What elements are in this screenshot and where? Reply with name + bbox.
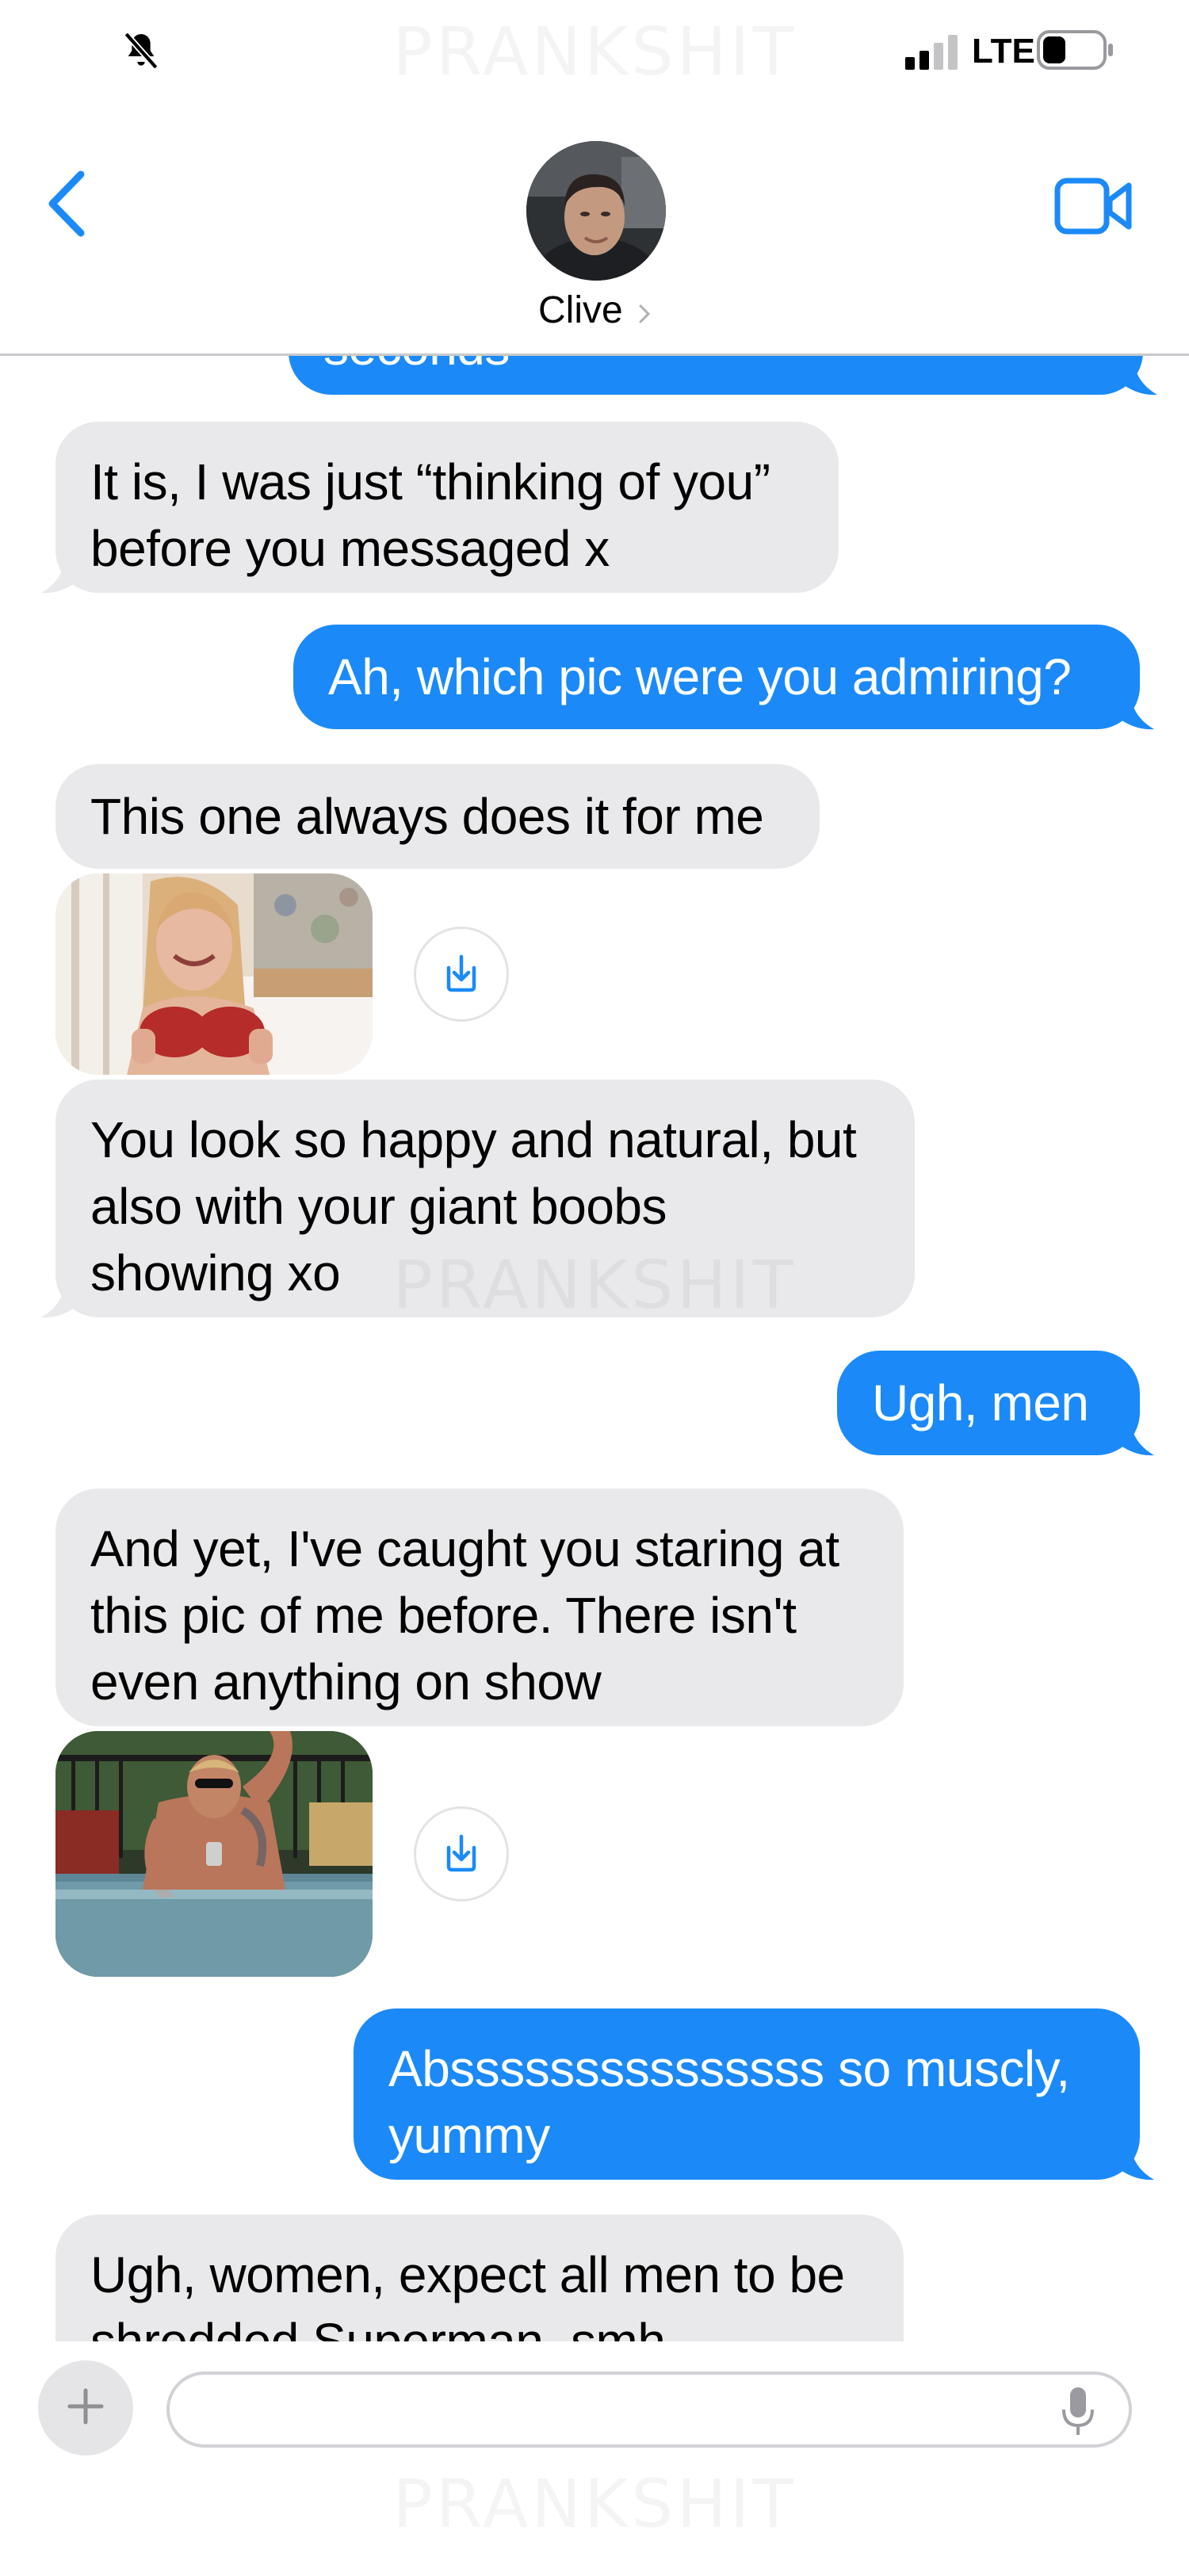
message-bubble-sent[interactable]: Ah, which pic were you admiring?	[293, 625, 1154, 730]
message-text: seconds	[323, 354, 510, 376]
message-bubble-received[interactable]: It is, I was just “thinking of you” befo…	[41, 422, 839, 594]
message-line: before you messaged x	[90, 520, 610, 577]
status-bar: LTE	[0, 0, 1189, 103]
message-text: Ugh, men	[872, 1374, 1089, 1431]
plus-icon	[65, 2386, 106, 2431]
message-line: even anything on show	[90, 1653, 602, 1710]
bubble-tail	[1118, 358, 1157, 396]
bubble-tail	[1114, 693, 1154, 730]
image-message-woman[interactable]	[55, 873, 373, 1075]
chevron-right-icon	[638, 290, 651, 334]
composer-bar	[0, 2341, 1189, 2576]
video-call-icon[interactable]	[1054, 176, 1134, 240]
message-line: And yet, I've caught you staring at	[90, 1520, 839, 1577]
save-image-button[interactable]	[414, 1806, 509, 1901]
save-image-button[interactable]	[414, 927, 509, 1022]
message-line: yummy	[388, 2107, 550, 2164]
avatar[interactable]	[526, 141, 666, 281]
bubble-tail	[41, 1281, 81, 1318]
message-text: This one always does it for me	[90, 788, 764, 845]
message-input[interactable]	[166, 2372, 1132, 2448]
image-message-man[interactable]	[55, 1731, 373, 1977]
message-bubble-received[interactable]: This one always does it for me	[55, 764, 820, 869]
message-bubble-sent[interactable]: seconds	[289, 354, 1157, 396]
network-label: LTE	[972, 32, 1035, 71]
battery-icon	[1037, 30, 1116, 75]
message-bubble-sent[interactable]: Absssssssssssssss so muscly, yummy	[354, 2008, 1154, 2180]
bubble-tail	[41, 556, 81, 594]
message-line: showing xo	[90, 1244, 341, 1301]
signal-icon	[905, 33, 961, 74]
bubble-tail	[1114, 1419, 1154, 1456]
message-line: also with your giant boobs	[90, 1178, 667, 1235]
back-chevron-icon[interactable]	[44, 168, 92, 243]
contact-name: Clive	[537, 289, 623, 331]
conversation-header: Clive	[0, 103, 1189, 356]
message-line: You look so happy and natural, but	[90, 1111, 857, 1168]
bubble-tail	[1114, 2143, 1154, 2180]
message-bubble-received[interactable]: Ugh, women, expect all men to be shredde…	[55, 2215, 904, 2341]
message-line: shredded Superman, smh	[90, 2313, 666, 2341]
message-bubble-received[interactable]: You look so happy and natural, but also …	[41, 1080, 915, 1318]
message-bubble-sent[interactable]: Ugh, men	[837, 1351, 1154, 1456]
message-line: It is, I was just “thinking of you”	[90, 453, 770, 510]
message-thread[interactable]: seconds It is, I was just “thinking of y…	[0, 354, 1189, 2341]
add-attachment-button[interactable]	[38, 2360, 133, 2456]
bell-slash-icon	[119, 29, 163, 77]
download-icon	[438, 949, 485, 1000]
microphone-icon[interactable]	[1057, 2386, 1099, 2440]
download-icon	[438, 1829, 485, 1880]
message-line: Absssssssssssssss so muscly,	[388, 2040, 1070, 2097]
message-line: Ugh, women, expect all men to be	[90, 2246, 845, 2303]
message-text: Ah, which pic were you admiring?	[328, 648, 1072, 705]
message-line: this pic of me before. There isn't	[90, 1587, 797, 1644]
message-bubble-received[interactable]: And yet, I've caught you staring at this…	[55, 1489, 904, 1726]
contact-name-row[interactable]: Clive	[476, 289, 713, 334]
